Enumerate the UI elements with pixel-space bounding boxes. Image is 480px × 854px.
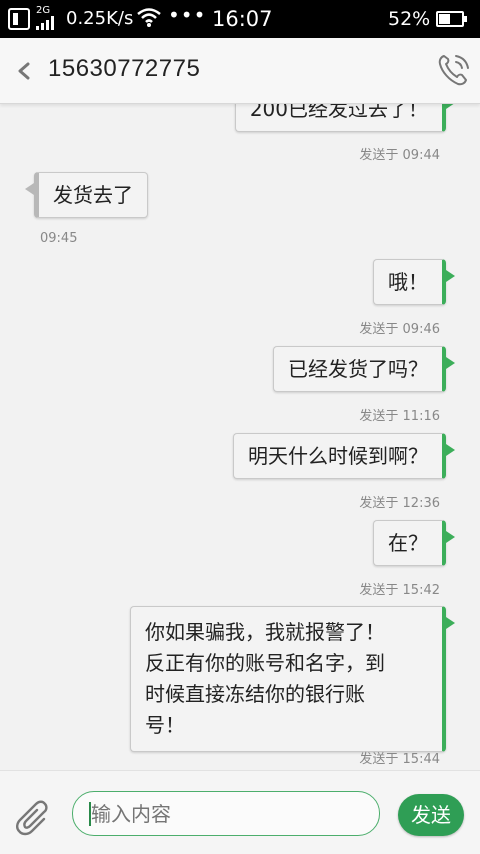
- message-text-line: 号！: [145, 713, 185, 737]
- composer-bar: 发送: [0, 770, 480, 854]
- message-text-line: 反正有你的账号和名字，到: [145, 651, 385, 675]
- message-list[interactable]: 200已经发过去了！ 发送于 09:44 发货去了 09:45 哦！ 发送于 0…: [0, 104, 480, 770]
- clock: 16:07: [212, 7, 273, 31]
- message-text: 200已经发过去了！: [249, 104, 428, 121]
- message-text: 发货去了: [53, 183, 133, 207]
- more-notifications-icon: •••: [168, 3, 207, 27]
- message-bubble-sent[interactable]: 在？: [373, 520, 455, 566]
- message-text: 明天什么时候到啊？: [248, 444, 428, 468]
- status-bar: 2G 0.25K/s ••• 16:07 52%: [0, 0, 480, 38]
- phone-icon[interactable]: [436, 52, 470, 88]
- message-timestamp: 09:45: [40, 231, 78, 246]
- paperclip-icon[interactable]: [16, 797, 54, 837]
- message-timestamp: 发送于 11:16: [359, 409, 440, 424]
- message-text: 在？: [388, 531, 428, 555]
- message-text-line: 时候直接冻结你的银行账: [145, 682, 365, 706]
- message-text: 已经发货了吗？: [288, 357, 428, 381]
- message-timestamp: 发送于 15:42: [359, 583, 440, 598]
- message-text-line: 你如果骗我，我就报警了！: [145, 620, 385, 644]
- message-timestamp: 发送于 15:44: [359, 752, 440, 767]
- message-bubble-received[interactable]: 发货去了: [25, 172, 148, 218]
- message-timestamp: 发送于 09:44: [359, 148, 440, 163]
- conversation-header: 15630772775: [0, 38, 480, 104]
- message-text: 哦！: [388, 270, 428, 294]
- back-chevron-icon[interactable]: [14, 56, 34, 86]
- text-caret: [89, 802, 91, 826]
- message-input[interactable]: [72, 791, 380, 836]
- network-type: 2G: [36, 5, 51, 16]
- message-bubble-sent[interactable]: 哦！: [373, 259, 455, 305]
- wifi-icon: [137, 8, 161, 27]
- battery-icon: [436, 11, 467, 27]
- message-bubble-sent[interactable]: 你如果骗我，我就报警了！ 反正有你的账号和名字，到 时候直接冻结你的银行账 号！: [130, 606, 455, 752]
- network-speed: 0.25K/s: [66, 8, 134, 29]
- message-bubble-sent[interactable]: 明天什么时候到啊？: [233, 433, 455, 479]
- send-button[interactable]: 发送: [398, 794, 464, 836]
- message-timestamp: 发送于 09:46: [359, 322, 440, 337]
- contact-title: 15630772775: [48, 55, 201, 82]
- sim-icon: [8, 8, 30, 30]
- message-bubble-sent[interactable]: 200已经发过去了！: [234, 104, 456, 132]
- message-timestamp: 发送于 12:36: [359, 496, 440, 511]
- message-bubble-sent[interactable]: 已经发货了吗？: [273, 346, 455, 392]
- battery-percentage: 52%: [388, 8, 431, 30]
- signal-icon: [36, 16, 58, 30]
